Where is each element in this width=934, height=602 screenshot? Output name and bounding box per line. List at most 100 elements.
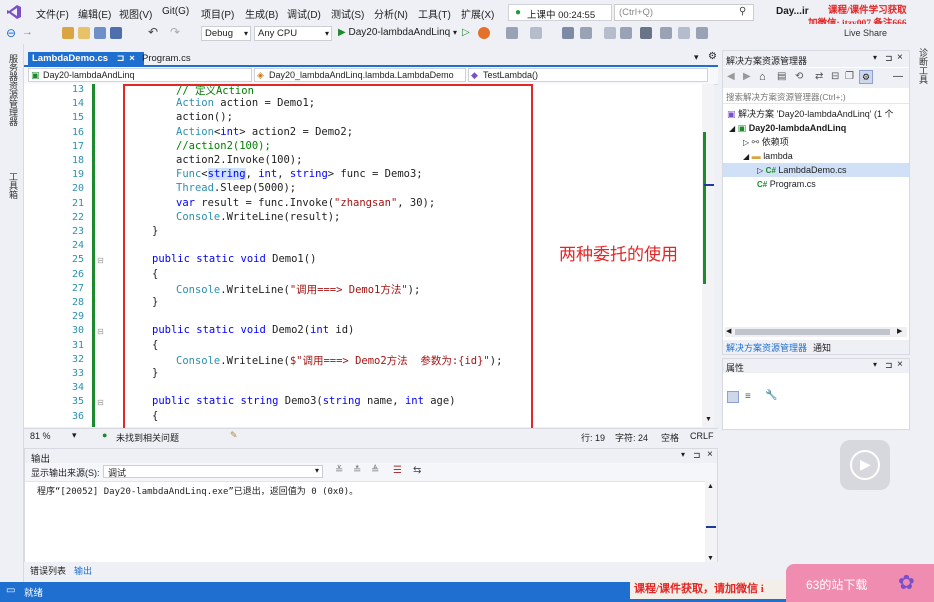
settings-icon[interactable]: ⚙: [708, 51, 717, 62]
menu-project[interactable]: 项目(P): [201, 6, 234, 21]
pin-icon[interactable]: ⊐: [693, 450, 701, 461]
editor-vertical-scrollbar[interactable]: ▼: [702, 84, 714, 427]
scroll-left-icon[interactable]: ◀: [726, 327, 731, 335]
tree-project[interactable]: ◢ ▣ Day20-lambdaAndLinq: [729, 121, 846, 135]
tree-solution[interactable]: ▣ 解决方案 'Day20-lambdaAndLinq' (1 个: [727, 107, 894, 121]
start-without-debug-icon[interactable]: ▷: [462, 27, 470, 38]
redo-icon[interactable]: ↷: [170, 25, 180, 39]
save-all-icon[interactable]: [110, 27, 122, 39]
home-icon[interactable]: ⌂: [759, 71, 766, 83]
output-scrollbar[interactable]: ▲ ▼: [705, 481, 717, 567]
forward-icon[interactable]: →: [22, 26, 33, 38]
toolbar-tool-icon-9[interactable]: [696, 27, 708, 39]
menu-git[interactable]: Git(G): [162, 6, 189, 17]
next-message-icon[interactable]: ≜: [371, 465, 379, 476]
scroll-right-icon[interactable]: ▶: [897, 327, 902, 335]
tab-output[interactable]: 输出: [74, 564, 92, 577]
tab-error-list[interactable]: 错误列表: [30, 564, 66, 577]
switch-view-icon[interactable]: ▤: [777, 71, 786, 82]
menu-tools[interactable]: 工具(T): [418, 6, 451, 21]
tab-program[interactable]: Program.cs: [138, 52, 195, 65]
toolbar-tool-icon-3[interactable]: [562, 27, 574, 39]
find-message-icon[interactable]: ≚: [335, 465, 343, 476]
collapse-all-icon[interactable]: ⊟: [831, 71, 839, 82]
collapse-icon[interactable]: ⊟: [97, 398, 104, 407]
pin-icon[interactable]: ⊐: [117, 53, 125, 64]
platform-select[interactable]: Any CPU ▾: [254, 26, 332, 41]
menu-build[interactable]: 生成(B): [245, 6, 278, 21]
brush-icon[interactable]: ✎: [230, 430, 238, 441]
tree-dependencies[interactable]: ▷ ⚯ 依赖项: [743, 135, 789, 149]
pin-icon[interactable]: ⊐: [885, 53, 893, 64]
dropdown-icon[interactable]: ▾: [873, 360, 877, 369]
tab-lambdademo[interactable]: LambdaDemo.cs ⊐ ×: [28, 52, 144, 65]
history-icon[interactable]: ⟲: [795, 71, 803, 82]
pin-icon[interactable]: ⊐: [885, 360, 893, 371]
menu-debug[interactable]: 调试(D): [287, 6, 321, 21]
close-icon[interactable]: ×: [897, 359, 903, 370]
issues-status[interactable]: 未找到相关问题: [116, 431, 179, 444]
hot-reload-icon[interactable]: [478, 27, 490, 39]
scroll-up-icon[interactable]: ▲: [707, 483, 714, 490]
preview-toggle-icon[interactable]: ⚙: [859, 70, 873, 84]
categorized-icon[interactable]: [727, 391, 739, 403]
prev-message-icon[interactable]: ≛: [353, 465, 361, 476]
close-icon[interactable]: ×: [129, 53, 135, 64]
menu-file[interactable]: 文件(F): [36, 6, 69, 21]
property-pages-icon[interactable]: 🔧: [765, 390, 777, 401]
word-wrap-icon[interactable]: ⇆: [413, 465, 421, 476]
project-dropdown[interactable]: ▣ Day20-lambdaAndLinq: [28, 68, 252, 82]
clear-all-icon[interactable]: ☰: [393, 465, 402, 476]
toolbar-tool-icon-8[interactable]: [678, 27, 690, 39]
promo-overlay[interactable]: 63的站下载 ✿: [786, 564, 934, 602]
eol-indicator[interactable]: CRLF: [690, 431, 714, 441]
diagnostics-tab[interactable]: 诊断工具: [917, 48, 930, 84]
collapse-icon[interactable]: ⊟: [97, 256, 104, 265]
tree-folder-lambda[interactable]: ◢ ▬ lambda: [743, 149, 793, 163]
close-icon[interactable]: ×: [897, 52, 903, 63]
start-button[interactable]: ▶ Day20-lambdaAndLinq ▾: [338, 27, 457, 38]
whitespace-indicator[interactable]: 空格: [661, 431, 679, 444]
menu-test[interactable]: 测试(S): [331, 6, 364, 21]
solution-search-input[interactable]: 搜索解决方案资源管理器(Ctrl+;): [723, 89, 909, 104]
toolbox-tab[interactable]: 工具箱: [7, 172, 20, 199]
search-input[interactable]: (Ctrl+Q) ⚲: [614, 4, 754, 21]
back-icon[interactable]: ◀: [727, 71, 735, 82]
open-icon[interactable]: [78, 27, 90, 39]
scroll-thumb[interactable]: [735, 329, 890, 335]
config-select[interactable]: Debug ▾: [201, 26, 251, 41]
menu-edit[interactable]: 编辑(E): [78, 6, 111, 21]
close-icon[interactable]: ×: [707, 449, 713, 460]
sync-icon[interactable]: ⇄: [815, 71, 823, 82]
toolbar-tool-icon-5[interactable]: [604, 27, 616, 39]
member-dropdown[interactable]: ◆ TestLambda(): [468, 68, 708, 82]
solution-horizontal-scrollbar[interactable]: ◀ ▶: [725, 327, 907, 337]
back-icon[interactable]: ⊖: [6, 26, 16, 40]
zoom-dropdown-icon[interactable]: ▾: [72, 430, 77, 441]
dropdown-icon[interactable]: ▾: [681, 450, 685, 459]
dropdown-icon[interactable]: ▾: [873, 53, 877, 62]
copy-icon[interactable]: ❐: [845, 71, 854, 82]
toolbar-tool-icon-2[interactable]: [530, 27, 542, 39]
undo-icon[interactable]: ↶: [148, 25, 158, 39]
video-play-overlay[interactable]: ▶: [840, 440, 890, 490]
scroll-down-icon[interactable]: ▼: [707, 555, 714, 562]
new-project-icon[interactable]: [62, 27, 74, 39]
live-share-button[interactable]: Live Share: [844, 28, 887, 38]
zoom-level[interactable]: 81 %: [30, 431, 51, 441]
menu-view[interactable]: 视图(V): [119, 6, 152, 21]
toolbar-tool-icon-7[interactable]: [660, 27, 672, 39]
bookmark-icon[interactable]: [640, 27, 652, 39]
output-text[interactable]: 程序“[20052] Day20-lambdaAndLinq.exe”已退出，返…: [37, 484, 358, 497]
scroll-down-icon[interactable]: ▼: [705, 416, 712, 423]
tab-notifications[interactable]: 通知: [813, 341, 831, 354]
vs-logo-icon[interactable]: [6, 4, 22, 20]
tree-file-program[interactable]: C# Program.cs: [757, 177, 816, 191]
alphabetical-icon[interactable]: ≡: [745, 391, 751, 402]
forward-icon[interactable]: ▶: [743, 71, 751, 82]
toolbar-tool-icon-6[interactable]: [620, 27, 632, 39]
tab-solution-explorer[interactable]: 解决方案资源管理器: [726, 341, 807, 354]
menu-analyze[interactable]: 分析(N): [374, 6, 408, 21]
menu-extensions[interactable]: 扩展(X): [461, 6, 494, 21]
server-explorer-tab[interactable]: 服务器资源管理器: [7, 54, 20, 126]
